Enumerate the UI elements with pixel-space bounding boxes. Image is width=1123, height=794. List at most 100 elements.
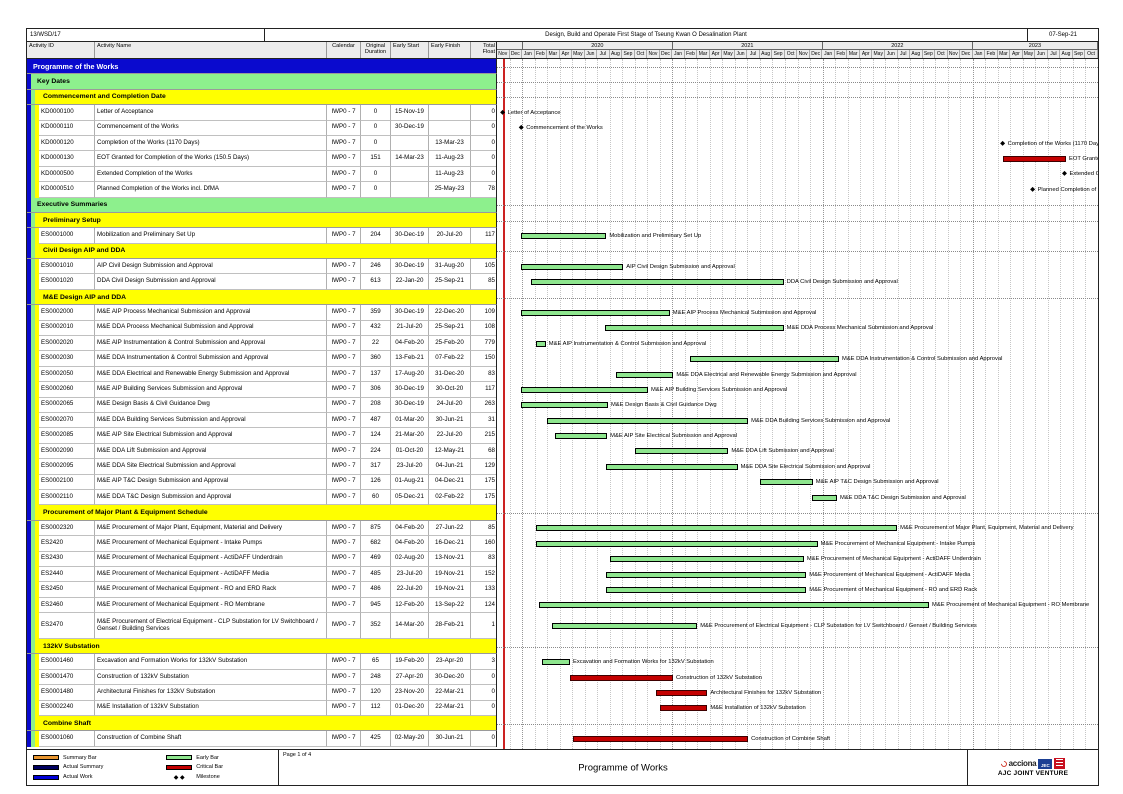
month-cell: Aug — [760, 50, 773, 58]
timeline-header: 2020202120222023 NovDecJanFebMarAprMayJu… — [497, 42, 1098, 58]
activity-row: ES0002240M&E Installation of 132kV Subst… — [27, 701, 1098, 716]
milestone-icon: ◆ — [1000, 140, 1005, 147]
row-table-part: Combine Shaft — [27, 716, 497, 731]
ef-cell: 23-Apr-20 — [429, 654, 471, 669]
month-cell: May — [722, 50, 735, 58]
activity-row: ES2450M&E Procurement of Mechanical Equi… — [27, 582, 1098, 597]
row-table-part: KD0000500Extended Completion of the Work… — [27, 167, 497, 182]
id-cell: ES0002020 — [39, 336, 95, 351]
tf-cell: 215 — [471, 428, 497, 443]
ef-cell: 04-Jun-21 — [429, 459, 471, 474]
gantt-bar — [521, 310, 670, 316]
id-cell: ES0002070 — [39, 413, 95, 428]
bar-label: Planned Completion of the Works incl. Df… — [1038, 187, 1098, 193]
es-cell: 27-Apr-20 — [391, 670, 429, 685]
name-cell: Mobilization and Preliminary Set Up — [95, 228, 327, 243]
id-cell: ES0001020 — [39, 274, 95, 289]
name-cell: Excavation and Formation Works for 132kV… — [95, 654, 327, 669]
group-label: 132kV Substation — [35, 639, 496, 653]
ef-cell: 28-Feb-21 — [429, 613, 471, 639]
group-label: Procurement of Major Plant & Equipment S… — [35, 505, 496, 519]
ef-cell: 24-Jul-20 — [429, 398, 471, 413]
month-cell: Jul — [1048, 50, 1061, 58]
calendar-cell: IWP0 - 7 — [327, 459, 361, 474]
row-table-part: ES0001460Excavation and Formation Works … — [27, 654, 497, 669]
calendar-cell: IWP0 - 7 — [327, 552, 361, 567]
row-table-part: ES0001480Architectural Finishes for 132k… — [27, 685, 497, 700]
row-table-part: ES0001060Construction of Combine ShaftIW… — [27, 731, 497, 746]
bar-label: AIP Civil Design Submission and Approval — [626, 264, 734, 270]
gantt-bar — [812, 495, 837, 501]
gantt-row-canvas: M&E Installation of 132kV Substation — [497, 701, 1098, 716]
od-cell: 246 — [361, 259, 391, 274]
row-table-part: Commencement and Completion Date — [27, 90, 497, 105]
month-cell: Dec — [660, 50, 673, 58]
tf-cell: 175 — [471, 475, 497, 490]
bar-label: M&E DDA Instrumentation & Control Submis… — [842, 356, 1002, 362]
row-table-part: ES0002095M&E DDA Site Electrical Submiss… — [27, 459, 497, 474]
gantt-row-canvas: M&E DDA Electrical and Renewable Energy … — [497, 367, 1098, 382]
legend-item: Summary Bar — [33, 755, 152, 761]
group-row: 132kV Substation — [27, 639, 1098, 654]
gantt-row-canvas: Architectural Finishes for 132kV Substat… — [497, 685, 1098, 700]
activity-row: KD0000130EOT Granted for Completion of t… — [27, 151, 1098, 166]
name-cell: Construction of 132kV Substation — [95, 670, 327, 685]
month-cell: Aug — [1060, 50, 1073, 58]
month-cell: Nov — [948, 50, 961, 58]
tf-cell: 0 — [471, 121, 497, 136]
gantt-row-canvas: M&E Procurement of Mechanical Equipment … — [497, 582, 1098, 597]
id-cell: ES2460 — [39, 598, 95, 613]
tf-cell: 109 — [471, 305, 497, 320]
activity-row: ES0002090M&E DDA Lift Submission and App… — [27, 444, 1098, 459]
group-row: Preliminary Setup — [27, 213, 1098, 228]
tf-cell: 779 — [471, 336, 497, 351]
bar-label: Completion of the Works (1170 Days) — [1008, 141, 1098, 147]
tf-cell: 0 — [471, 701, 497, 716]
name-cell: EOT Granted for Completion of the Works … — [95, 151, 327, 166]
gantt-row-canvas: M&E AIP T&C Design Submission and Approv… — [497, 475, 1098, 490]
row-table-part: Programme of the Works — [27, 59, 497, 74]
gantt-row-canvas: M&E DDA Site Electrical Submission and A… — [497, 459, 1098, 474]
ef-cell: 22-Mar-21 — [429, 701, 471, 716]
bar-label: EOT Granted for Completion of the Works … — [1069, 156, 1098, 162]
id-cell: ES0002065 — [39, 398, 95, 413]
bar-label: M&E Installation of 132kV Substation — [710, 705, 805, 711]
month-cell: Aug — [610, 50, 623, 58]
year-cell — [497, 42, 523, 49]
gantt-bar — [690, 356, 839, 362]
gantt-bar — [606, 587, 807, 593]
row-table-part: KD0000130EOT Granted for Completion of t… — [27, 151, 497, 166]
name-cell: M&E AIP T&C Design Submission and Approv… — [95, 475, 327, 490]
tf-cell: 0 — [471, 731, 497, 746]
month-cell: Nov — [647, 50, 660, 58]
calendar-cell: IWP0 - 7 — [327, 654, 361, 669]
od-cell: 485 — [361, 567, 391, 582]
tf-cell: 0 — [471, 685, 497, 700]
ef-cell: 11-Aug-23 — [429, 151, 471, 166]
name-cell: Commencement of the Works — [95, 121, 327, 136]
es-cell: 13-Feb-21 — [391, 351, 429, 366]
ef-cell: 16-Dec-21 — [429, 536, 471, 551]
od-cell: 204 — [361, 228, 391, 243]
month-cell: Apr — [860, 50, 873, 58]
row-table-part: ES2460M&E Procurement of Mechanical Equi… — [27, 598, 497, 613]
gantt-bar — [573, 736, 749, 742]
row-table-part: ES0002100M&E AIP T&C Design Submission a… — [27, 475, 497, 490]
id-cell: ES0002085 — [39, 428, 95, 443]
id-cell: KD0000120 — [39, 136, 95, 151]
activity-row: ES0001000Mobilization and Preliminary Se… — [27, 228, 1098, 243]
es-cell: 22-Jul-20 — [391, 582, 429, 597]
legend-label: Actual Summary — [63, 764, 103, 770]
gantt-bar — [542, 659, 570, 665]
calendar-cell: IWP0 - 7 — [327, 701, 361, 716]
month-cell: Dec — [960, 50, 973, 58]
id-cell: ES0002060 — [39, 382, 95, 397]
tf-cell: 117 — [471, 228, 497, 243]
ef-cell: 04-Dec-21 — [429, 475, 471, 490]
legend-label: Milestone — [196, 774, 220, 780]
ef-cell: 22-Dec-20 — [429, 305, 471, 320]
tf-cell: 117 — [471, 382, 497, 397]
legend-swatch — [166, 755, 192, 760]
activity-row: ES0002070M&E DDA Building Services Submi… — [27, 413, 1098, 428]
milestone-icon: ◆ — [519, 125, 524, 132]
